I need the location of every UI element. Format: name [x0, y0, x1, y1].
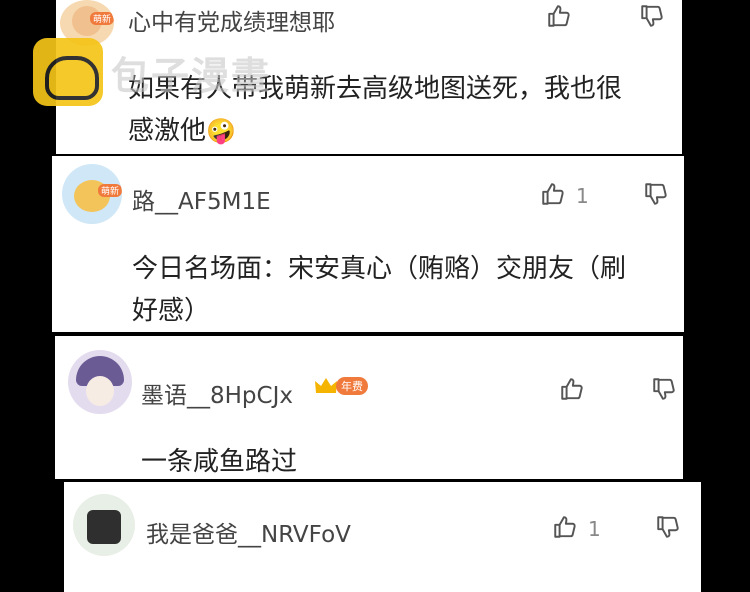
- avatar-face: [86, 376, 114, 406]
- content-line: 今日名场面：宋安真心（贿赂）交朋友（刷: [132, 254, 627, 284]
- thumbs-up-icon[interactable]: [559, 376, 585, 402]
- crown-icon: [315, 378, 337, 393]
- comment-card-2: 萌新 路__AF5M1E 1 今日名场面：宋安真心（贿赂）交朋友（刷 好感）: [52, 156, 684, 332]
- content-line-2: 好感）: [132, 296, 211, 326]
- thumbs-down-icon[interactable]: [643, 181, 669, 207]
- thumbs-up-icon[interactable]: [546, 3, 572, 29]
- bun-logo-icon: [33, 38, 103, 106]
- comment-username[interactable]: 路__AF5M1E: [132, 182, 271, 216]
- emoji-crazy-face: 🤪: [206, 117, 236, 145]
- avatar-figure: [87, 510, 121, 544]
- avatar[interactable]: 萌新: [62, 164, 122, 224]
- thumbs-down-icon[interactable]: [651, 376, 677, 402]
- content-line: 一条咸鱼路过: [141, 447, 298, 477]
- comment-card-4: 我是爸爸__NRVFoV 1: [64, 482, 701, 592]
- annual-badge: 年费: [336, 377, 368, 395]
- comment-card-3: 墨语__8HpCJx 年费 一条咸鱼路过: [55, 336, 683, 479]
- like-count: 1: [576, 184, 589, 208]
- user-badge: 年费: [314, 376, 368, 396]
- avatar[interactable]: [73, 494, 135, 556]
- watermark-text: 包子漫畫: [111, 53, 272, 98]
- thumbs-down-icon[interactable]: [639, 3, 665, 29]
- like-count: 1: [588, 517, 601, 541]
- avatar-badge: 萌新: [97, 184, 122, 197]
- avatar-badge: 萌新: [89, 12, 114, 25]
- comment-content: 今日名场面：宋安真心（贿赂）交朋友（刷 好感）: [132, 248, 677, 332]
- thumbs-up-icon[interactable]: [540, 181, 566, 207]
- comment-content: 一条咸鱼路过: [141, 441, 661, 479]
- comment-username[interactable]: 心中有党成绩理想耶: [128, 3, 335, 37]
- watermark: 包子漫畫: [33, 38, 271, 106]
- content-line-text: 感激他: [128, 116, 207, 146]
- thumbs-up-icon[interactable]: [552, 514, 578, 540]
- comment-username[interactable]: 我是爸爸__NRVFoV: [146, 515, 351, 549]
- avatar[interactable]: [68, 350, 132, 414]
- comment-username[interactable]: 墨语__8HpCJx: [141, 376, 293, 410]
- thumbs-down-icon[interactable]: [655, 514, 681, 540]
- content-line-2: 感激他🤪: [128, 110, 668, 152]
